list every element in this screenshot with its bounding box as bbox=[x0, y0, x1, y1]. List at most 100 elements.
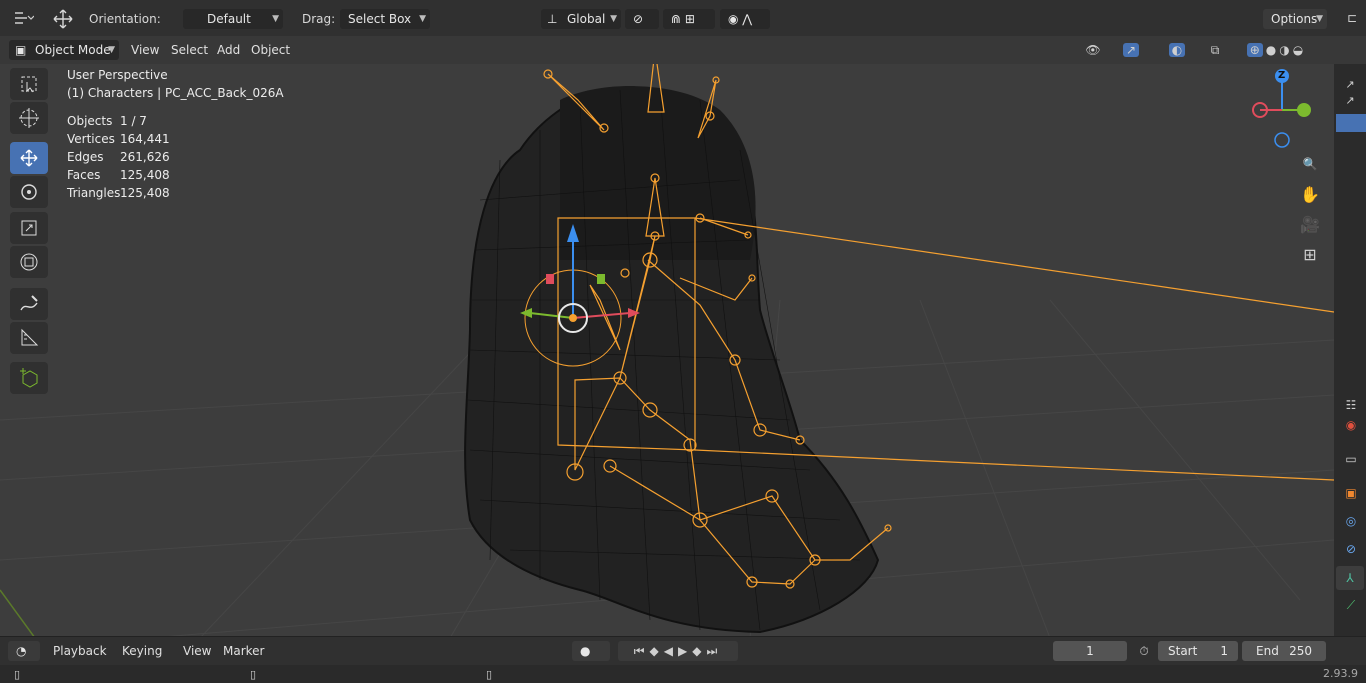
gizmo-toggle-icon[interactable]: ↗ bbox=[1114, 40, 1148, 60]
add-cube-tool-icon[interactable] bbox=[10, 362, 48, 394]
transform-tool-icon[interactable] bbox=[10, 246, 48, 278]
end-label: End bbox=[1256, 644, 1279, 658]
pin-icon[interactable]: ↗ bbox=[1340, 92, 1360, 108]
editor-type-clock-icon[interactable]: ◔ bbox=[8, 641, 40, 661]
perspective-grid-icon[interactable]: ⊞ bbox=[1298, 242, 1322, 266]
play-icon[interactable]: ▶ bbox=[678, 644, 692, 658]
menu-timeline-view[interactable]: View bbox=[179, 641, 215, 661]
mode-dropdown[interactable]: ▣ Object Mode ▼ bbox=[9, 40, 119, 60]
drag-value: Select Box bbox=[348, 12, 412, 26]
cursor-tool-icon[interactable] bbox=[10, 102, 48, 134]
object-tab-icon[interactable]: ▣ bbox=[1338, 482, 1364, 504]
xray-toggle-icon[interactable]: ⧉ bbox=[1205, 40, 1225, 60]
menu-playback[interactable]: Playback bbox=[49, 641, 111, 661]
menu-select[interactable]: Select bbox=[167, 40, 212, 60]
armature-data-tab-icon[interactable]: ⅄ bbox=[1336, 566, 1364, 590]
orientation-dropdown[interactable]: Default ▼ bbox=[183, 9, 283, 29]
chevron-down-icon: ▼ bbox=[610, 14, 617, 24]
chevron-down-icon: ▼ bbox=[1316, 14, 1323, 24]
drag-dropdown[interactable]: Select Box ▼ bbox=[340, 9, 430, 29]
rotate-tool-icon[interactable] bbox=[10, 176, 48, 208]
stat-value: 261,626 bbox=[120, 150, 170, 164]
start-label: Start bbox=[1168, 644, 1198, 658]
tool-tab-icon[interactable]: ☷ bbox=[1338, 394, 1364, 416]
end-frame-field[interactable]: End 250 bbox=[1242, 641, 1326, 661]
pan-hand-icon[interactable]: ✋ bbox=[1298, 182, 1322, 206]
stat-row: Triangles 125,408 bbox=[67, 184, 284, 202]
auto-keying-record-icon[interactable]: ● bbox=[572, 641, 610, 661]
annotate-tool-icon[interactable] bbox=[10, 288, 48, 320]
stat-value: 125,408 bbox=[120, 186, 170, 200]
stat-value: 1 / 7 bbox=[120, 114, 147, 128]
start-value: 1 bbox=[1220, 644, 1228, 658]
material-shading-icon[interactable]: ◑ bbox=[1279, 43, 1289, 57]
solid-shading-icon[interactable]: ● bbox=[1266, 43, 1276, 57]
tool-settings-bar: Orientation: Default ▼ Drag: Select Box … bbox=[0, 0, 1366, 37]
stat-row: Objects 1 / 7 bbox=[67, 112, 284, 130]
current-frame-field[interactable]: 1 bbox=[1053, 641, 1127, 661]
mesh-wireframe bbox=[464, 86, 880, 634]
bone-tab-icon[interactable]: ⟋ bbox=[1338, 594, 1364, 616]
zoom-icon[interactable]: 🔍 bbox=[1298, 152, 1322, 176]
prev-keyframe-icon[interactable]: ◆ bbox=[650, 644, 664, 658]
move-tool-icon[interactable] bbox=[10, 142, 48, 174]
end-value: 250 bbox=[1289, 644, 1312, 658]
menu-keying[interactable]: Keying bbox=[118, 641, 166, 661]
stat-row: Vertices 164,441 bbox=[67, 130, 284, 148]
transform-move-icon[interactable] bbox=[50, 6, 76, 32]
stat-value: 164,441 bbox=[120, 132, 170, 146]
wireframe-shading-icon[interactable]: ⊕ bbox=[1246, 43, 1263, 57]
menu-object[interactable]: Object bbox=[247, 40, 294, 60]
next-keyframe-icon[interactable]: ◆ bbox=[692, 644, 706, 658]
measure-tool-icon[interactable] bbox=[10, 322, 48, 354]
jump-start-icon[interactable]: ⏮ bbox=[634, 644, 650, 659]
physics-tab-icon[interactable]: ◎ bbox=[1338, 510, 1364, 532]
stat-label: Objects bbox=[67, 114, 113, 128]
proportional-edit-dropdown[interactable]: ◉ ⋀ bbox=[720, 9, 770, 29]
mouse-middle-icon: ▯ bbox=[249, 667, 257, 681]
timeline-header: ◔ Playback Keying View Marker ● ⏮ ◆ ◀ ▶ … bbox=[0, 636, 1366, 665]
sidebar-toggle-icon[interactable]: ⊏ bbox=[1340, 8, 1364, 28]
scale-tool-icon[interactable] bbox=[10, 212, 48, 244]
visibility-eye-icon[interactable]: 👁 bbox=[1078, 40, 1108, 60]
pivot-point-dropdown[interactable]: ⊘ bbox=[625, 9, 659, 29]
snap-dropdown[interactable]: ⋒ ⊞ bbox=[663, 9, 715, 29]
menu-add[interactable]: Add bbox=[213, 40, 244, 60]
version-label: 2.93.9 bbox=[1323, 667, 1358, 680]
constraints-tab-icon[interactable]: ⊘ bbox=[1338, 538, 1364, 560]
rendered-shading-icon[interactable]: ◒ bbox=[1293, 43, 1303, 57]
menu-view[interactable]: View bbox=[127, 40, 163, 60]
preview-range-icon[interactable]: ⏱ bbox=[1133, 641, 1155, 661]
playback-controls: ⏮ ◆ ◀ ▶ ◆ ⏭ bbox=[618, 641, 738, 661]
play-reverse-icon[interactable]: ◀ bbox=[664, 644, 678, 658]
object-mode-icon: ▣ bbox=[15, 43, 27, 57]
proportional-edit-icon: ◉ ⋀ bbox=[728, 12, 753, 26]
pivot-icon: ⊘ bbox=[633, 12, 644, 26]
active-tab-highlight bbox=[1336, 114, 1366, 132]
options-label: Options bbox=[1271, 12, 1318, 26]
scene-tab-icon[interactable]: ◉ bbox=[1338, 414, 1364, 436]
output-tab-icon[interactable]: ▭ bbox=[1338, 448, 1364, 470]
select-box-tool-icon[interactable] bbox=[10, 68, 48, 100]
menu-marker[interactable]: Marker bbox=[219, 641, 268, 661]
stat-label: Vertices bbox=[67, 132, 115, 146]
transform-space-value: Global bbox=[567, 12, 606, 26]
start-frame-field[interactable]: Start 1 bbox=[1158, 641, 1238, 661]
z-axis-label: Z bbox=[1278, 70, 1286, 81]
stat-label: Triangles bbox=[67, 186, 121, 200]
overlay-toggle-icon[interactable]: ◐ bbox=[1158, 40, 1196, 60]
chevron-down-icon: ▼ bbox=[419, 14, 426, 24]
jump-end-icon[interactable]: ⏭ bbox=[706, 644, 722, 659]
y-axis-line bbox=[0, 589, 36, 638]
status-bar: ▯ ▯ ▯ 2.93.9 bbox=[0, 665, 1366, 683]
transform-orientation-dropdown[interactable]: ⊥ Global ▼ bbox=[541, 9, 621, 29]
chevron-down-icon: ▼ bbox=[108, 45, 115, 55]
snap-magnet-icon: ⋒ ⊞ bbox=[671, 12, 695, 26]
stat-value: 125,408 bbox=[120, 168, 170, 182]
camera-view-icon[interactable]: 🎥 bbox=[1298, 212, 1322, 236]
editor-type-icon[interactable] bbox=[8, 8, 38, 28]
stat-label: Edges bbox=[67, 150, 104, 164]
options-dropdown[interactable]: Options ▼ bbox=[1263, 9, 1327, 29]
collection-info: (1) Characters | PC_ACC_Back_026A bbox=[67, 86, 284, 100]
pin-icon[interactable]: ↗ bbox=[1340, 76, 1360, 92]
